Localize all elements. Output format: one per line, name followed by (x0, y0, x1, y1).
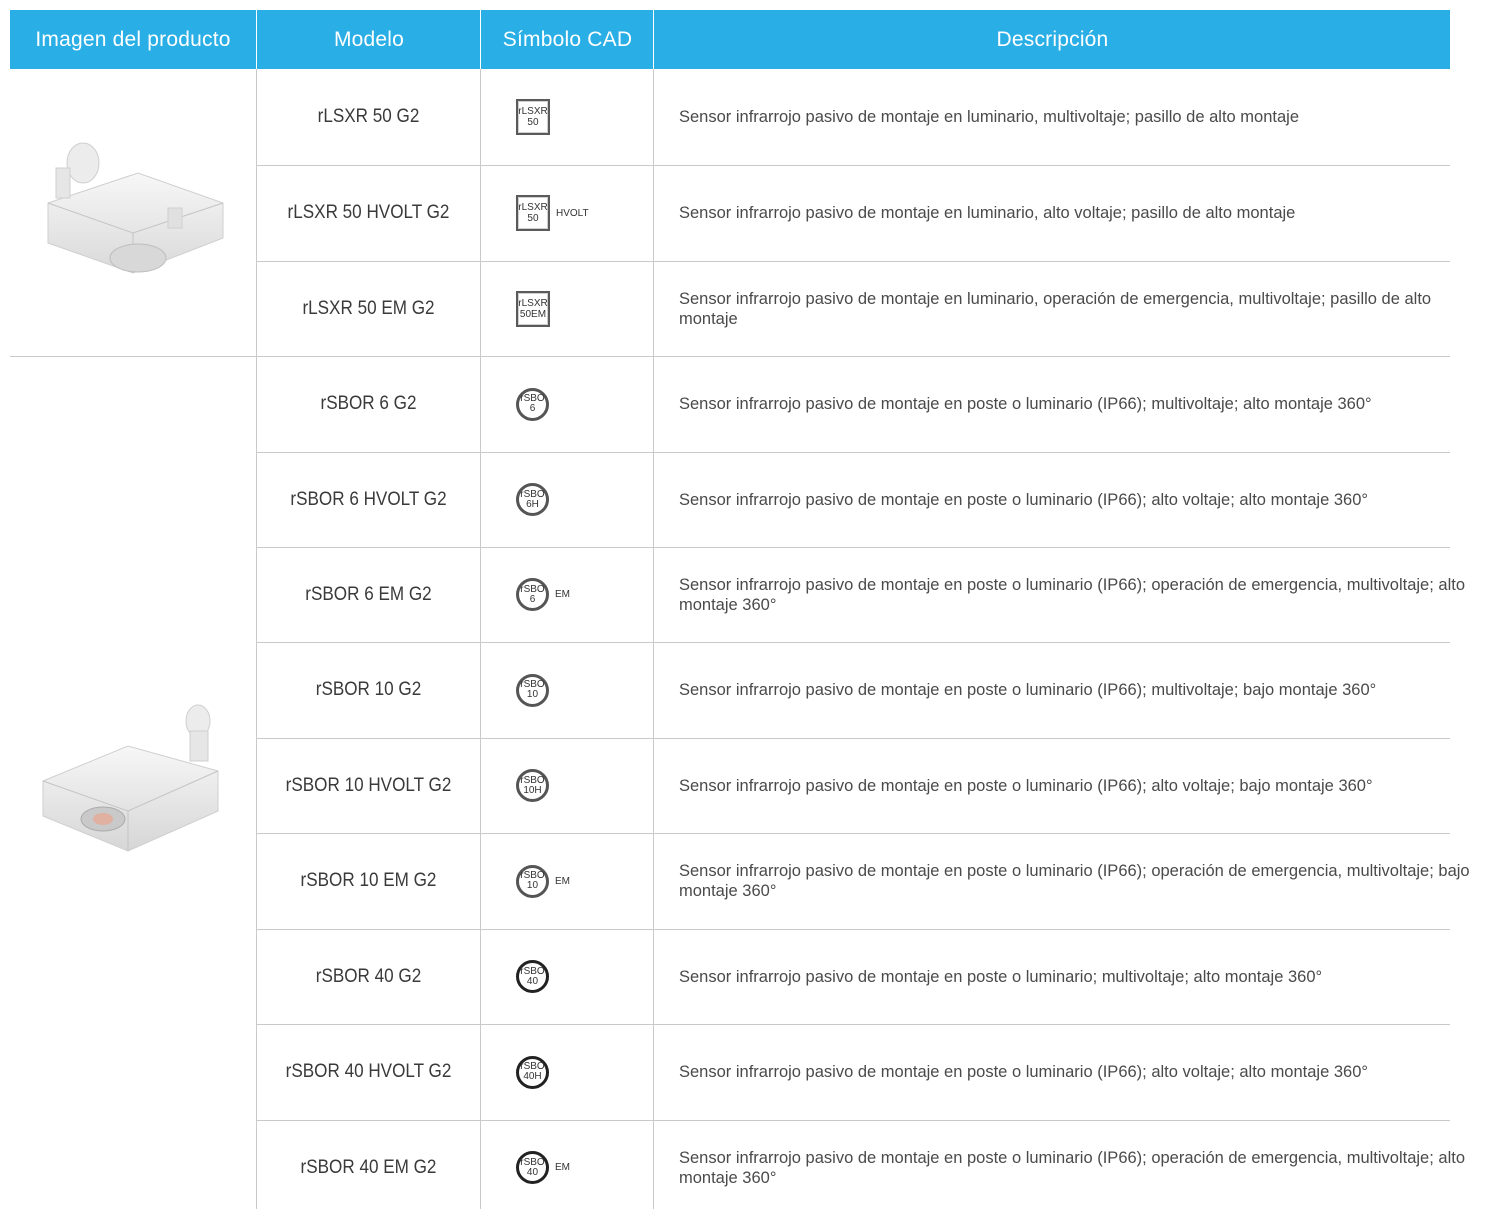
model-cell: rSBOR 10 G2 (315, 679, 422, 700)
cad-square-symbol: rLSXR 50 (516, 195, 550, 231)
table-row: rSBOR 10 HVOLT G2 rSBO 10H Sensor infrarro… (257, 738, 1450, 833)
table-row: rSBOR 40 HVOLT G2 rSBO 40H Sensor infrarro… (257, 1024, 1450, 1120)
table-row: rLSXR 50 HVOLT G2 rLSXR 50 HVOLT Sensor inf… (257, 165, 1450, 261)
cad-suffix-label: EM (555, 1162, 570, 1173)
sbor-sensor-image (10, 356, 256, 1215)
cad-circle-symbol: rSBO 6H (516, 483, 549, 516)
description-cell: Sensor infrarrojo pasivo de montaje en l… (679, 108, 1299, 126)
table-row: rSBOR 40 G2 rSBO 40 Sensor infrarrojo pasi… (257, 929, 1450, 1024)
cad-suffix-label: EM (555, 875, 570, 887)
description-cell: Sensor infrarrojo pasivo de montaje en p… (679, 490, 1368, 509)
cad-symbol-cell: rSBO 10 (481, 642, 654, 738)
model-cell: rSBOR 10 EM G2 (300, 870, 437, 891)
model-cell: rSBOR 10 HVOLT G2 (285, 774, 452, 796)
model-cell: rLSXR 50 HVOLT G2 (287, 202, 450, 223)
model-cell: rSBOR 6 HVOLT G2 (290, 488, 447, 510)
description-cell: Sensor infrarrojo pasivo de montaje en p… (679, 862, 1470, 900)
cad-symbol-cell: rLSXR 50EM (481, 261, 654, 356)
description-cell: Sensor infrarrojo pasivo de montaje en p… (679, 776, 1373, 795)
cad-circle-symbol: rSBO 40 (516, 1151, 549, 1184)
description-cell: Sensor infrarrojo pasivo de montaje en p… (679, 681, 1377, 699)
table-row: rSBOR 10 EM G2 rSBO 10 EM Sensor infrarrojo… (257, 833, 1470, 929)
description-cell: Sensor infrarrojo pasivo de montaje en l… (679, 204, 1296, 222)
cad-symbol-cell: rSBO 40 (481, 929, 654, 1024)
cad-square-symbol: rLSXR 50EM (516, 290, 550, 327)
cad-symbol-cell: rSBO 40H (481, 1024, 654, 1120)
cad-circle-symbol: rSBO 6 (516, 387, 549, 421)
column-divider (256, 69, 257, 1209)
model-cell: rSBOR 40 G2 (315, 965, 422, 987)
cad-symbol-cell: rLSXR 50 HVOLT (481, 165, 654, 261)
table-row: rLSXR 50 EM G2 rLSXR 50EM Sensor infrarroj… (257, 261, 1450, 356)
model-cell: rSBOR 6 EM G2 (305, 583, 432, 605)
description-cell: Sensor infrarrojo pasivo de montaje en p… (679, 967, 1323, 986)
model-cell: rSBOR 40 EM G2 (300, 1156, 437, 1178)
cad-circle-symbol: rSBO 10H (516, 769, 549, 802)
header-description-column: Descripción (653, 10, 1451, 69)
header-image-column: Imagen del producto (35, 27, 231, 51)
description-cell: Sensor infrarrojo pasivo de montaje en p… (679, 1148, 1466, 1187)
table-row: rSBOR 10 G2 rSBO 10 Sensor infrarrojo pasi… (257, 642, 1450, 738)
cad-square-symbol: rLSXR 50 (516, 99, 550, 135)
cad-suffix-label: EM (555, 589, 570, 600)
cad-suffix-label: HVOLT (556, 207, 589, 219)
table-row: rSBOR 6 G2 rSBO 6 Sensor infrarrojo pasivo… (257, 356, 1450, 452)
cad-symbol-cell: rLSXR 50 (481, 69, 654, 165)
cad-circle-symbol: rSBO 40H (516, 1055, 549, 1089)
cad-circle-symbol: rSBO 10 (516, 864, 549, 898)
table-body: rLSXR 50 G2 rLSXR 50 Sensor infrarrojo pas… (10, 69, 1470, 1209)
header-cad-column: Símbolo CAD (480, 10, 654, 69)
description-cell: Sensor infrarrojo pasivo de montaje en p… (679, 575, 1466, 614)
cad-symbol-cell: rSBO 6H (481, 452, 654, 547)
description-cell: Sensor infrarrojo pasivo de montaje en p… (679, 1063, 1368, 1081)
model-cell: rLSXR 50 EM G2 (302, 297, 435, 319)
table-row: rSBOR 6 EM G2 rSBO 6 EM Sensor infrarrojo p… (257, 547, 1465, 642)
table-row: rLSXR 50 G2 rLSXR 50 Sensor infrarrojo pas… (257, 69, 1450, 165)
cad-symbol-cell: rSBO 40 EM (481, 1120, 654, 1215)
header-model-column: Modelo (256, 10, 481, 69)
cad-symbol-cell: rSBO 10H (481, 738, 654, 833)
cad-symbol-cell: rSBO 10 EM (481, 833, 654, 929)
table-row: rSBOR 6 HVOLT G2 rSBO 6H Sensor infrarrojo… (257, 452, 1450, 547)
lsxr-sensor-image (10, 69, 256, 356)
cad-circle-symbol: rSBO 40 (516, 960, 549, 993)
model-cell: rLSXR 50 G2 (317, 106, 420, 127)
cad-circle-symbol: rSBO 6 (516, 578, 549, 611)
column-divider (480, 69, 481, 1209)
model-cell: rSBOR 6 G2 (320, 393, 417, 414)
description-cell: Sensor infrarrojo pasivo de montaje en p… (679, 395, 1372, 413)
cad-circle-symbol: rSBO 10 (516, 673, 549, 707)
model-cell: rSBOR 40 HVOLT G2 (285, 1061, 452, 1082)
column-divider (653, 69, 654, 1209)
description-cell: Sensor infrarrojo pasivo de montaje en l… (679, 289, 1432, 328)
table-header: Imagen del producto Modelo Símbolo CAD D… (10, 10, 1450, 69)
product-table: Imagen del producto Modelo Símbolo CAD D… (10, 10, 1470, 1209)
cad-symbol-cell: rSBO 6 (481, 356, 654, 452)
table-row: rSBOR 40 EM G2 rSBO 40 EM Sensor infrarrojo… (257, 1120, 1465, 1215)
cad-symbol-cell: rSBO 6 EM (481, 547, 654, 642)
